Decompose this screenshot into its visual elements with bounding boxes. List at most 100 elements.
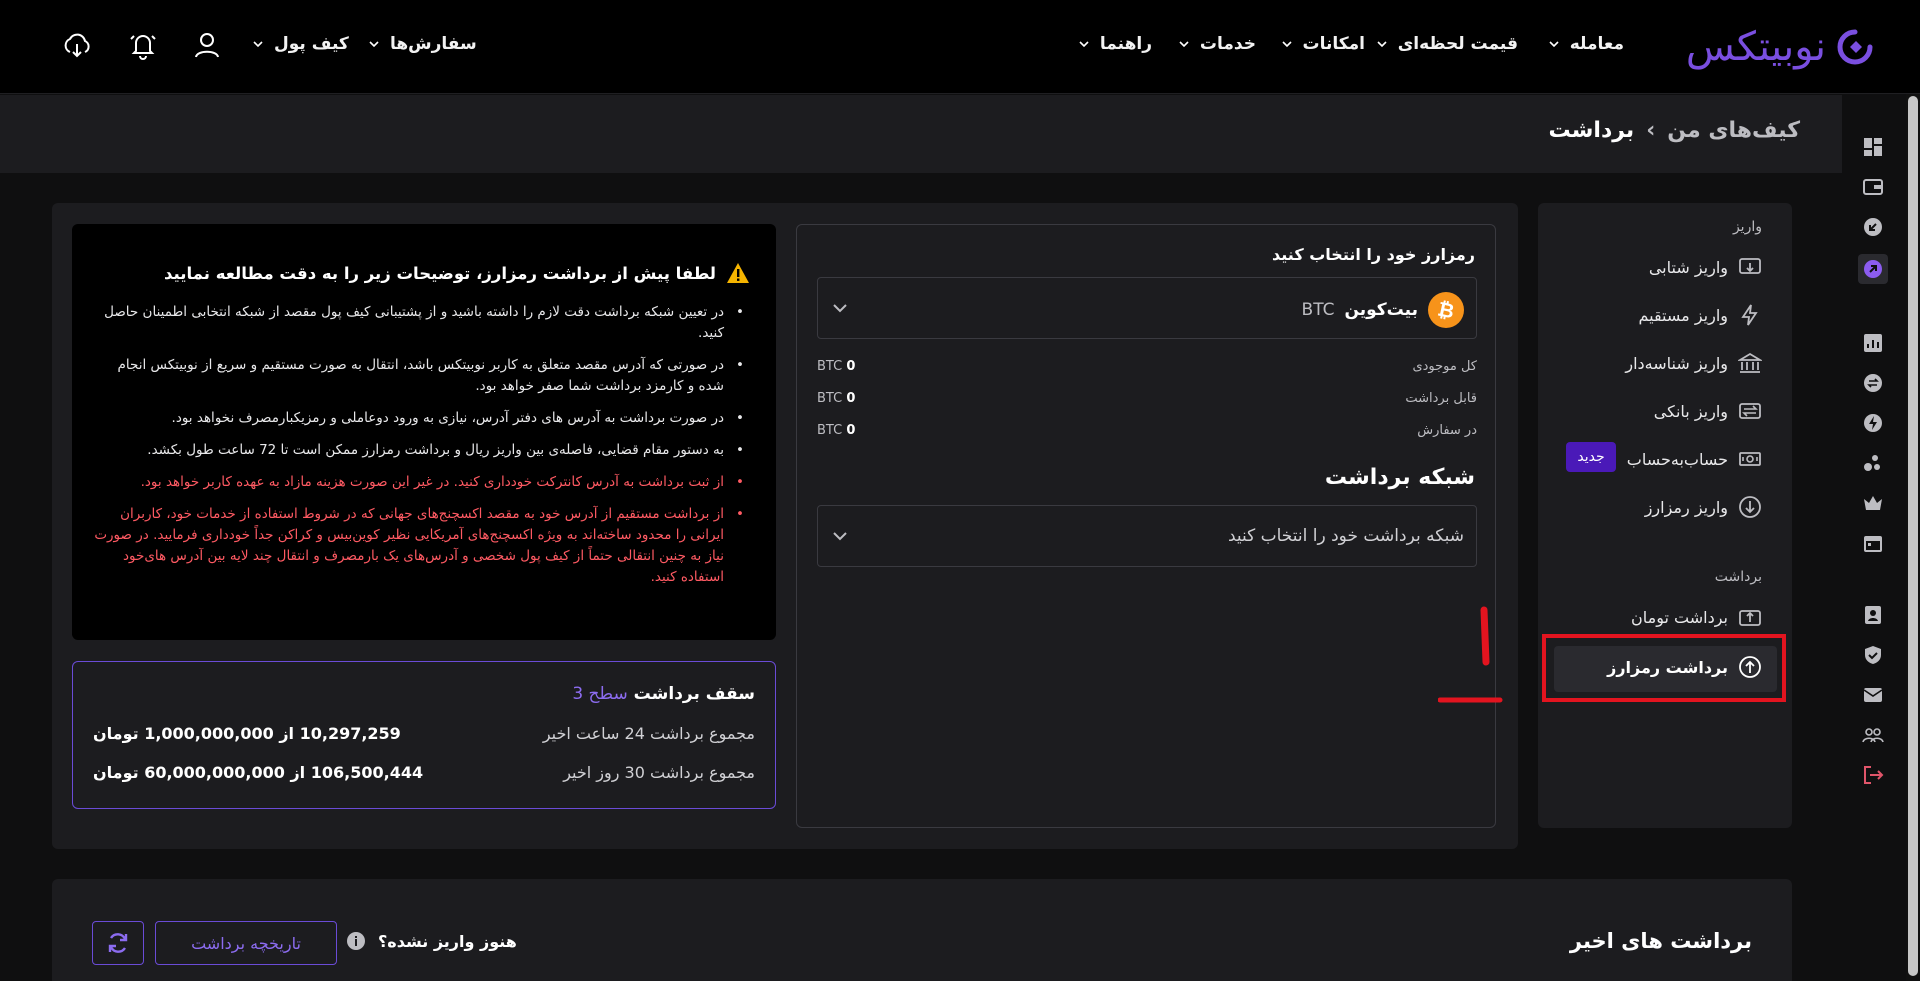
withdraw-arrow-icon[interactable] xyxy=(1858,254,1888,284)
highlight-annotation-box xyxy=(1542,634,1786,702)
coin-select-dropdown[interactable]: ₿ بیت‌کوین BTC xyxy=(817,277,1477,339)
sidebar-item-bank-deposit[interactable]: واریز بانکی xyxy=(1654,399,1762,423)
nav-features[interactable]: امکانات xyxy=(1281,34,1365,54)
coin-name: بیت‌کوین xyxy=(1344,300,1418,320)
mail-icon[interactable] xyxy=(1862,684,1884,706)
nav-services[interactable]: خدمات xyxy=(1178,34,1256,54)
coin-select-title: رمزارز خود را انتخاب کنید xyxy=(1272,245,1475,264)
bank-icon xyxy=(1738,352,1762,373)
sidebar-item-id-deposit[interactable]: واریز شناسه‌دار xyxy=(1625,351,1762,375)
nav-help-label: راهنما xyxy=(1099,34,1152,54)
wallet-icon[interactable] xyxy=(1862,176,1884,198)
sidebar-item-instant-deposit[interactable]: واریز شتابی xyxy=(1649,255,1762,279)
sidebar-item-toman-withdraw[interactable]: برداشت تومان xyxy=(1631,605,1762,629)
chevron-down-icon xyxy=(253,41,263,48)
shield-check-icon[interactable] xyxy=(1862,644,1884,666)
balance-label: کل موجودی xyxy=(1412,359,1477,374)
calendar-icon[interactable] xyxy=(1862,532,1884,554)
nav-trade[interactable]: معامله xyxy=(1548,34,1624,54)
limit-title: سقف برداشت xyxy=(633,684,755,704)
chevron-down-icon xyxy=(1549,41,1559,48)
breadcrumb-separator: › xyxy=(1646,118,1656,143)
download-circle-icon xyxy=(1739,496,1761,518)
nav-wallet-label: کیف پول xyxy=(274,34,349,54)
coin-symbol: BTC xyxy=(1301,300,1335,320)
balance-value: BTC 0 xyxy=(817,359,855,374)
exchange-icon[interactable] xyxy=(1862,372,1884,394)
profile-card-icon[interactable] xyxy=(1862,604,1884,626)
warning-item: در صورتی که آدرس مقصد متعلق به کاربر نوب… xyxy=(92,355,752,397)
dashboard-icon[interactable] xyxy=(1862,136,1884,158)
download-app-icon[interactable] xyxy=(62,30,92,60)
info-icon[interactable] xyxy=(346,931,366,951)
breadcrumb-current: برداشت xyxy=(1548,118,1635,143)
limit-label-30d: مجموع برداشت 30 روز اخیر xyxy=(563,763,755,782)
sidebar-item-account-transfer[interactable]: حساب‌به‌حساب xyxy=(1627,447,1762,471)
bitcoin-icon: ₿ xyxy=(1428,292,1464,328)
warning-item: در تعیین شبکه برداشت دقت لازم را داشته ب… xyxy=(92,302,752,344)
withdraw-history-button[interactable]: تاریخچه برداشت xyxy=(155,921,337,965)
warning-icon xyxy=(727,263,749,283)
top-navbar: نوبیتکس معامله قیمت لحظه‌ای امکانات خدما… xyxy=(0,0,1920,94)
breadcrumb: کیف‌های من › برداشت xyxy=(1548,118,1800,143)
bank-transfer-icon xyxy=(1739,403,1761,419)
not-deposited-text: هنوز واریز نشده؟ xyxy=(378,931,517,951)
chevron-down-icon xyxy=(369,41,379,48)
withdraw-section-header: برداشت xyxy=(1714,569,1762,585)
balance-amount: 0 xyxy=(846,359,856,374)
coin-select-panel: رمزارز خود را انتخاب کنید ₿ بیت‌کوین BTC… xyxy=(796,224,1496,828)
sidebar-item-label: واریز رمزارز xyxy=(1644,497,1728,517)
recent-title: برداشت های اخیر xyxy=(1569,929,1752,953)
chevron-down-icon xyxy=(1281,41,1292,48)
chevron-down-icon xyxy=(833,304,847,313)
network-select-dropdown[interactable]: شبکه برداشت خود را انتخاب کنید xyxy=(817,505,1477,567)
lightning-icon[interactable] xyxy=(1862,412,1884,434)
deposit-arrow-icon[interactable] xyxy=(1862,216,1884,238)
sidebar-item-label: واریز شناسه‌دار xyxy=(1625,353,1728,373)
icon-rail xyxy=(1842,94,1902,981)
balance-amount: 0 xyxy=(846,391,856,406)
deposit-section-header: واریز xyxy=(1732,219,1762,235)
brand-logo[interactable]: نوبیتکس xyxy=(1686,24,1874,70)
cash-icon xyxy=(1739,452,1761,466)
crown-icon[interactable] xyxy=(1862,492,1884,514)
chevron-down-icon xyxy=(833,532,847,541)
refresh-button[interactable] xyxy=(92,921,144,965)
balance-unit: BTC xyxy=(817,359,843,374)
nav-live-price[interactable]: قیمت لحظه‌ای xyxy=(1376,34,1518,54)
warning-title: لطفا پیش از برداشت رمزارز، توضیحات زیر ر… xyxy=(164,263,716,283)
chevron-down-icon xyxy=(1179,41,1189,48)
chart-icon[interactable] xyxy=(1862,332,1884,354)
user-icon[interactable] xyxy=(192,30,222,60)
balance-label: در سفارش xyxy=(1417,423,1477,438)
balance-row-total: کل موجودی BTC 0 xyxy=(817,359,1477,379)
sidebar-item-direct-deposit[interactable]: واریز مستقیم xyxy=(1638,303,1762,327)
lightning-icon xyxy=(1741,304,1758,326)
sidebar-item-label: حساب‌به‌حساب xyxy=(1626,449,1728,469)
balance-row-in-orders: در سفارش BTC 0 xyxy=(817,423,1477,443)
warning-item: به دستور مقام قضایی، فاصله‌ی بین واریز ر… xyxy=(92,440,752,461)
scrollbar-thumb[interactable] xyxy=(1908,96,1918,976)
balance-label: قابل برداشت xyxy=(1405,391,1477,406)
referral-users-icon[interactable] xyxy=(1862,724,1884,746)
sidebar-item-label: واریز مستقیم xyxy=(1638,305,1728,325)
nav-help[interactable]: راهنما xyxy=(1078,34,1152,54)
balance-amount: 0 xyxy=(846,423,856,438)
molecule-icon[interactable] xyxy=(1862,452,1884,474)
limit-value-24h: 10,297,259 از 1,000,000,000 تومان xyxy=(93,724,401,743)
nav-wallet[interactable]: کیف پول xyxy=(252,34,349,54)
logout-icon[interactable] xyxy=(1862,764,1884,786)
user-level[interactable]: سطح 3 xyxy=(572,684,627,704)
refresh-icon xyxy=(108,933,128,953)
network-placeholder: شبکه برداشت خود را انتخاب کنید xyxy=(1227,526,1464,546)
recent-withdrawals-card: برداشت های اخیر هنوز واریز نشده؟ تاریخچه… xyxy=(52,879,1792,981)
toman-withdraw-icon xyxy=(1739,610,1761,626)
bell-icon[interactable] xyxy=(128,30,158,60)
breadcrumb-parent[interactable]: کیف‌های من xyxy=(1667,118,1800,143)
nav-orders[interactable]: سفارش‌ها xyxy=(368,34,477,54)
nav-services-label: خدمات xyxy=(1199,34,1256,54)
warning-item: در صورت برداشت به آدرس های دفتر آدرس، نی… xyxy=(92,408,752,429)
sidebar-item-crypto-deposit[interactable]: واریز رمزارز xyxy=(1645,495,1762,519)
sidebar-item-label: برداشت تومان xyxy=(1631,607,1728,627)
logo-icon xyxy=(1837,29,1873,65)
